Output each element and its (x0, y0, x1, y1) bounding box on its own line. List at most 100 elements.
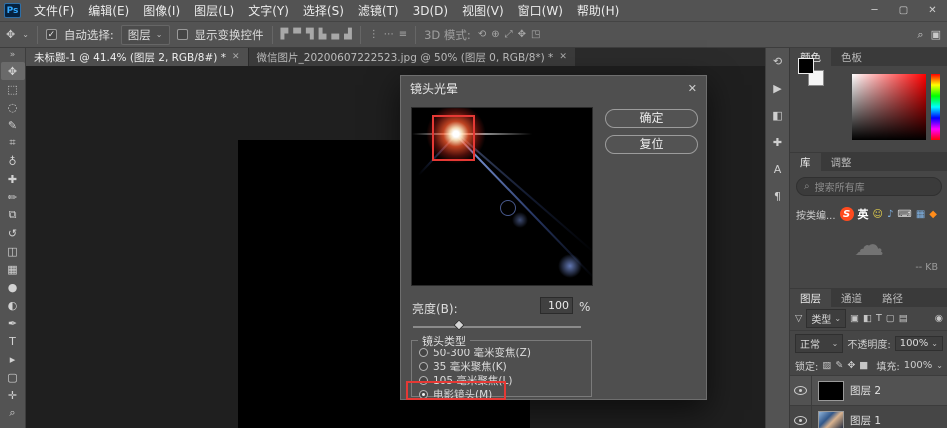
align-bottom-icon[interactable]: ▟ (344, 29, 352, 40)
3d-scale-icon[interactable]: ◳ (531, 29, 540, 40)
clone-stamp-tool[interactable]: ⧉ (1, 206, 25, 224)
eraser-tool[interactable]: ◫ (1, 242, 25, 260)
reset-button[interactable]: 复位 (605, 135, 698, 154)
radio-icon[interactable] (419, 348, 428, 357)
menu-image[interactable]: 图像(I) (136, 0, 187, 22)
document-tab-wechat-image[interactable]: 微信图片_20200607222523.jpg @ 50% (图层 0, RGB… (248, 48, 575, 66)
lasso-tool[interactable]: ◌ (1, 98, 25, 116)
input-language-indicator[interactable]: 英 (858, 206, 869, 222)
menu-3d[interactable]: 3D(D) (406, 0, 455, 22)
layer-row-1[interactable]: 图层 1 (790, 405, 947, 428)
dialog-title-bar[interactable]: 镜头光晕 ✕ (401, 76, 706, 100)
align-left-icon[interactable]: ▛ (281, 29, 289, 40)
brush-tool[interactable]: ✏ (1, 188, 25, 206)
tab-adjustments[interactable]: 调整 (821, 153, 862, 171)
layer-thumbnail[interactable] (818, 411, 844, 428)
lock-all-icon[interactable]: ■ (859, 360, 868, 371)
saturation-brightness-field[interactable] (852, 74, 926, 140)
layer-name[interactable]: 图层 2 (850, 383, 881, 398)
brightness-slider-track[interactable] (413, 326, 581, 328)
align-right-icon[interactable]: ▜ (306, 29, 314, 40)
menu-file[interactable]: 文件(F) (27, 0, 81, 22)
library-sort-label[interactable]: 按类编... (796, 207, 836, 222)
minimize-button[interactable]: ─ (860, 0, 889, 22)
keyboard-icon[interactable]: ⌨ (897, 209, 911, 220)
menu-edit[interactable]: 编辑(E) (81, 0, 136, 22)
visibility-cell[interactable] (790, 406, 812, 428)
show-transform-checkbox[interactable] (177, 29, 188, 40)
align-middle-icon[interactable]: ▄ (331, 29, 339, 40)
distribute-horizontal-icon[interactable]: ⋯ (384, 29, 394, 40)
filter-kind-dropdown[interactable]: 类型 ⌄ (806, 309, 846, 328)
3d-rotate-icon[interactable]: ⟲ (478, 29, 486, 40)
quick-selection-tool[interactable]: ✎ (1, 116, 25, 134)
filter-pixel-layers-icon[interactable]: ▣ (850, 313, 859, 324)
tab-swatches[interactable]: 色板 (831, 48, 872, 66)
menu-window[interactable]: 窗口(W) (511, 0, 570, 22)
align-center-icon[interactable]: ▀ (293, 29, 301, 40)
tab-layers[interactable]: 图层 (790, 289, 831, 307)
filtering-toggle-icon[interactable]: ◉ (935, 313, 943, 324)
tool-preset-caret-icon[interactable]: ⌄ (22, 30, 29, 39)
auto-select-checkbox[interactable]: ✓ (46, 29, 57, 40)
3d-roll-icon[interactable]: ⊕ (491, 29, 499, 40)
current-tool-icon[interactable]: ✥ (6, 28, 15, 41)
spot-healing-tool[interactable]: ✚ (1, 170, 25, 188)
menu-view[interactable]: 视图(V) (455, 0, 511, 22)
actions-panel-icon[interactable]: ▶ (766, 75, 789, 102)
distribute-vertical-icon[interactable]: ⋮ (369, 29, 379, 40)
type-tool[interactable]: T (1, 332, 25, 350)
tab-libraries[interactable]: 库 (790, 153, 821, 171)
foreground-color-swatch[interactable] (798, 58, 814, 74)
zoom-tool[interactable]: ⌕ (1, 404, 25, 422)
pen-tool[interactable]: ✒ (1, 314, 25, 332)
layer-thumbnail[interactable] (818, 381, 844, 401)
hue-slider[interactable] (931, 74, 940, 140)
crop-tool[interactable]: ⌗ (1, 134, 25, 152)
visibility-eye-icon[interactable] (794, 416, 807, 425)
ok-button[interactable]: 确定 (605, 109, 698, 128)
flare-preview[interactable] (411, 107, 593, 286)
auto-select-target-dropdown[interactable]: 图层 ⌄ (121, 25, 170, 45)
visibility-cell[interactable] (790, 376, 812, 405)
close-icon[interactable]: ✕ (559, 52, 567, 62)
radio-icon[interactable] (419, 362, 428, 371)
maximize-button[interactable]: ▢ (889, 0, 918, 22)
align-top-icon[interactable]: ▙ (319, 29, 327, 40)
tab-paths[interactable]: 路径 (872, 289, 913, 307)
dodge-tool[interactable]: ◐ (1, 296, 25, 314)
layer-row-2[interactable]: 图层 2 (790, 375, 947, 405)
filter-smart-objects-icon[interactable]: ▤ (899, 313, 908, 324)
filter-type-layers-icon[interactable]: T (876, 313, 882, 324)
menu-help[interactable]: 帮助(H) (570, 0, 626, 22)
lock-transparent-pixels-icon[interactable]: ▨ (822, 360, 831, 371)
document-tab-untitled[interactable]: 未标题-1 @ 41.4% (图层 2, RGB/8#) * ✕ (26, 48, 248, 66)
filter-adjustment-layers-icon[interactable]: ◧ (863, 313, 872, 324)
3d-slide-icon[interactable]: ✥ (518, 29, 526, 40)
character-panel-icon[interactable]: A (766, 156, 789, 183)
history-panel-icon[interactable]: ⟲ (766, 48, 789, 75)
sogou-logo-icon[interactable]: S (840, 207, 854, 221)
lock-image-pixels-icon[interactable]: ✎ (835, 360, 843, 371)
fill-value[interactable]: 100% (904, 360, 933, 371)
tab-channels[interactable]: 通道 (831, 289, 872, 307)
eyedropper-tool[interactable]: ♁ (1, 152, 25, 170)
info-panel-icon[interactable]: ✚ (766, 129, 789, 156)
menu-type[interactable]: 文字(Y) (241, 0, 296, 22)
blend-mode-dropdown[interactable]: 正常 ⌄ (795, 334, 843, 353)
gradient-tool[interactable]: ▦ (1, 260, 25, 278)
library-search-input[interactable]: ⌕ 搜索所有库 (796, 177, 942, 196)
path-selection-tool[interactable]: ▸ (1, 350, 25, 368)
filter-shape-layers-icon[interactable]: ▢ (886, 313, 895, 324)
lens-option-35mm-prime[interactable]: 35 毫米聚焦(K) (412, 360, 591, 373)
menu-layer[interactable]: 图层(L) (187, 0, 241, 22)
opacity-dropdown[interactable]: 100% ⌄ (895, 336, 943, 351)
visibility-eye-icon[interactable] (794, 386, 807, 395)
layer-name[interactable]: 图层 1 (850, 413, 881, 428)
toolbox-icon[interactable]: ▦ (916, 209, 925, 220)
lock-position-icon[interactable]: ✥ (847, 360, 855, 371)
cart-icon[interactable]: ◆ (929, 209, 937, 220)
close-icon[interactable]: ✕ (232, 52, 240, 62)
search-icon[interactable]: ⌕ (917, 28, 923, 42)
close-button[interactable]: ✕ (918, 0, 947, 22)
